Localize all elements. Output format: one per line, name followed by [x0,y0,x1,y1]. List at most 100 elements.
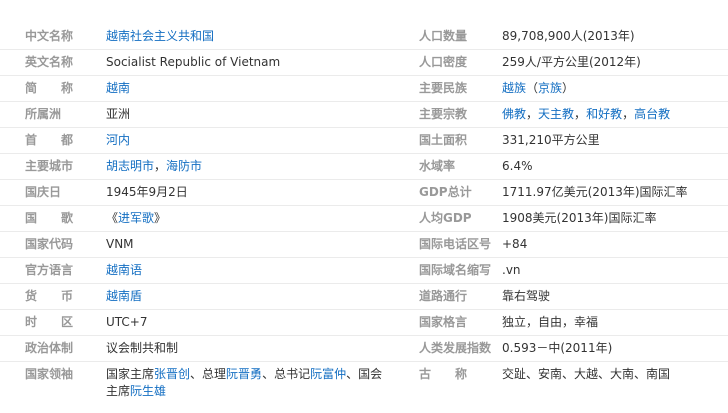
info-link[interactable]: 越南社会主义共和国 [106,29,214,43]
info-row: 主要民族 越族（京族） [400,75,728,101]
info-link[interactable]: 越南语 [106,263,142,277]
info-label: 道路通行 [419,289,468,303]
info-row: 中文名称 越南社会主义共和国 [0,24,400,49]
info-row: 国际域名缩写 .vn [400,257,728,283]
info-row: 英文名称 Socialist Republic of Vietnam [0,49,400,75]
info-value: 胡志明市，海防市 [106,154,400,175]
info-text: ， [622,107,635,121]
info-label: 政治体制 [25,341,74,355]
info-label: 国家领袖 [25,367,74,381]
info-link[interactable]: 张晋创 [154,367,190,381]
info-value: 1711.97亿美元(2013年)国际汇率 [502,180,728,201]
info-label: 国土面积 [419,133,468,147]
info-row: GDP总计 1711.97亿美元(2013年)国际汇率 [400,179,728,205]
info-label: 人类发展指数 [419,341,492,355]
info-label: 主要城市 [25,159,74,173]
info-row: 国家领袖 国家主席张晋创、总理阮晋勇、总书记阮富仲、国会主席阮生雄 [0,361,400,408]
info-value: 0.593－中(2011年) [502,336,728,357]
info-text: 交趾、安南、大越、大南、南国 [502,367,671,381]
info-text: （ [526,81,539,95]
info-value: 89,708,900人(2013年) [502,24,728,45]
info-text: 1908美元(2013年)国际汇率 [502,211,657,225]
info-text: UTC+7 [106,315,148,329]
info-link[interactable]: 高台教 [634,107,670,121]
info-row: 国庆日 1945年9月2日 [0,179,400,205]
info-value: 议会制共和制 [106,336,400,357]
info-row: 古 称 交趾、安南、大越、大南、南国 [400,361,728,387]
info-value: .vn [502,258,728,279]
info-text: 89,708,900人(2013年) [502,29,635,43]
info-value: UTC+7 [106,310,400,331]
info-label: 简 称 [25,81,80,95]
info-value: 331,210平方公里 [502,128,728,149]
info-label: 时 区 [25,315,80,329]
info-text: 议会制共和制 [106,341,179,355]
info-text: 靠右驾驶 [502,289,551,303]
info-link[interactable]: 越南 [106,81,130,95]
info-text: ， [574,107,587,121]
info-text: 1945年9月2日 [106,185,188,199]
info-text: ， [526,107,539,121]
info-link[interactable]: 阮生雄 [130,384,166,398]
info-value: 越族（京族） [502,76,728,97]
info-text: 、总书记 [262,367,311,381]
info-text: 《 [106,211,119,225]
info-row: 官方语言 越南语 [0,257,400,283]
info-label: 货 币 [25,289,80,303]
info-label: 首 都 [25,133,80,147]
info-label: 中文名称 [25,29,74,43]
info-value: 越南 [106,76,400,97]
info-label: 人口数量 [419,29,468,43]
info-text: 1711.97亿美元(2013年)国际汇率 [502,185,688,199]
info-text: 、总理 [190,367,227,381]
info-label: 国 歌 [25,211,80,225]
info-text: 259人/平方公里(2012年) [502,55,641,69]
info-row: 所属洲 亚洲 [0,101,400,127]
info-link[interactable]: 越南盾 [106,289,142,303]
info-value: 河内 [106,128,400,149]
info-label: 国家格言 [419,315,468,329]
info-value: 1945年9月2日 [106,180,400,201]
info-link[interactable]: 京族 [538,81,562,95]
info-row: 国家格言 独立，自由，幸福 [400,309,728,335]
info-link[interactable]: 佛教 [502,107,526,121]
info-value: 佛教，天主教，和好教，高台教 [502,102,728,123]
info-row: 人类发展指数 0.593－中(2011年) [400,335,728,361]
info-link[interactable]: 阮晋勇 [226,367,262,381]
info-label: 官方语言 [25,263,74,277]
info-label: 人均GDP [419,211,472,225]
info-text: +84 [502,237,528,251]
info-value: 亚洲 [106,102,400,123]
info-text: 》 [154,211,167,225]
info-row: 人口密度 259人/平方公里(2012年) [400,49,728,75]
info-text: ） [562,81,575,95]
info-label: 国家代码 [25,237,74,251]
info-link[interactable]: 海防市 [166,159,202,173]
info-text: .vn [502,263,521,277]
info-link[interactable]: 阮富仲 [310,367,346,381]
info-value: 国家主席张晋创、总理阮晋勇、总书记阮富仲、国会主席阮生雄 [106,362,400,400]
info-value: Socialist Republic of Vietnam [106,50,400,71]
info-text: ， [154,159,167,173]
info-row: 人口数量 89,708,900人(2013年) [400,24,728,49]
info-link[interactable]: 天主教 [538,107,574,121]
info-link[interactable]: 胡志明市 [106,159,154,173]
info-link[interactable]: 进军歌 [118,211,154,225]
info-value: 独立，自由，幸福 [502,310,728,331]
infobox-left-column: 中文名称 越南社会主义共和国英文名称 Socialist Republic of V… [0,24,400,408]
info-link[interactable]: 越族 [502,81,526,95]
info-row: 政治体制 议会制共和制 [0,335,400,361]
info-row: 国家代码 VNM [0,231,400,257]
info-label: 水域率 [419,159,456,173]
info-value: 交趾、安南、大越、大南、南国 [502,362,728,383]
info-label: 古 称 [419,367,474,381]
info-row: 货 币 越南盾 [0,283,400,309]
info-value: 越南盾 [106,284,400,305]
info-label: GDP总计 [419,185,472,199]
info-label: 所属洲 [25,107,62,121]
info-value: 6.4% [502,154,728,175]
info-link[interactable]: 河内 [106,133,130,147]
info-value: 1908美元(2013年)国际汇率 [502,206,728,227]
info-link[interactable]: 和好教 [586,107,622,121]
infobox-right-column: 人口数量 89,708,900人(2013年) 人口密度 259人/平方公里(2012… [400,24,728,387]
